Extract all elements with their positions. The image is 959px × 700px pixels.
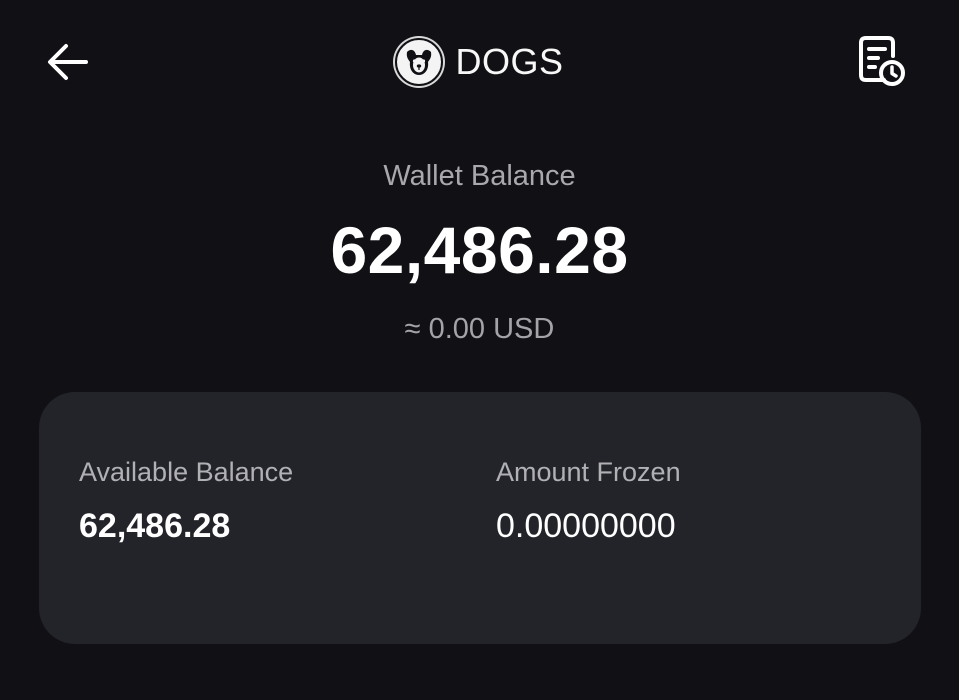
wallet-balance-value: 62,486.28 [330, 213, 629, 287]
token-title: DOGS [0, 34, 959, 90]
transaction-history-button[interactable] [848, 32, 912, 92]
available-balance-value: 62,486.28 [79, 507, 231, 545]
balance-details-card: Available Balance 62,486.28 Amount Froze… [39, 392, 921, 644]
available-balance-block: Available Balance 62,486.28 [79, 454, 293, 548]
transaction-history-icon [859, 36, 905, 86]
wallet-balance-label: Wallet Balance [383, 160, 576, 192]
dogs-token-logo [395, 38, 444, 86]
amount-frozen-block: Amount Frozen 0.00000000 [496, 454, 681, 548]
wallet-balance-usd: ≈ 0.00 USD [404, 313, 555, 345]
top-bar: DOGS [0, 0, 959, 125]
page-title: DOGS [455, 41, 564, 82]
amount-frozen-value: 0.00000000 [496, 507, 676, 545]
amount-frozen-label: Amount Frozen [496, 457, 681, 487]
available-balance-label: Available Balance [79, 457, 294, 487]
